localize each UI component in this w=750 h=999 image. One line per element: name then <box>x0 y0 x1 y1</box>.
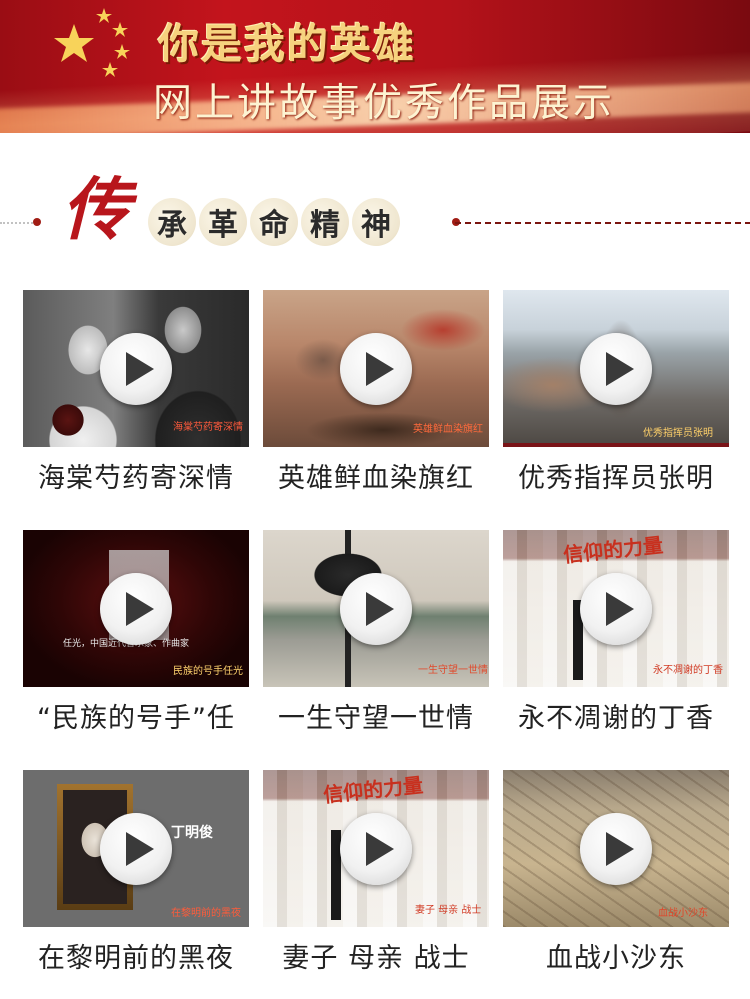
video-title[interactable]: 英雄鲜血染旗红 <box>263 456 489 495</box>
video-card[interactable]: 丁明俊 在黎明前的黑夜 在黎明前的黑夜 <box>23 770 249 975</box>
play-icon <box>366 352 394 386</box>
video-title[interactable]: 血战小沙东 <box>503 936 729 975</box>
banner-subtitle: 网上讲故事优秀作品展示 <box>153 81 616 126</box>
video-thumbnail[interactable]: 信仰的力量 妻子 母亲 战士 <box>263 770 489 927</box>
play-icon <box>606 592 634 626</box>
video-thumbnail[interactable]: 优秀指挥员张明 <box>503 290 729 447</box>
section-big-char: 传 <box>62 170 131 250</box>
play-icon <box>606 352 634 386</box>
stars-icon <box>54 8 130 77</box>
video-card[interactable]: 血战小沙东 血战小沙东 <box>503 770 729 975</box>
video-thumbnail[interactable]: 英雄鲜血染旗红 <box>263 290 489 447</box>
thumbnail-overlay-title: 一生守望一世情 <box>418 665 488 676</box>
play-button[interactable] <box>100 333 172 405</box>
play-button[interactable] <box>100 813 172 885</box>
thumbnail-overlay-title: 优秀指挥员张明 <box>643 428 713 439</box>
video-thumbnail[interactable]: 信仰的力量 永不凋谢的丁香 <box>503 530 729 687</box>
section-char: 命 <box>250 198 298 246</box>
play-button[interactable] <box>580 573 652 645</box>
video-title[interactable]: 海棠芍药寄深情 <box>23 456 249 495</box>
banner-title: 你是我的英雄 <box>158 20 416 68</box>
video-thumbnail[interactable]: 任光，中国近代音乐家、作曲家 民族的号手任光 <box>23 530 249 687</box>
thumbnail-overlay-title: 民族的号手任光 <box>173 666 243 677</box>
video-title[interactable]: 永不凋谢的丁香 <box>503 696 729 735</box>
play-icon <box>126 832 154 866</box>
video-thumbnail[interactable]: 丁明俊 在黎明前的黑夜 <box>23 770 249 927</box>
play-icon <box>126 352 154 386</box>
video-card[interactable]: 一生守望一世情 一生守望一世情 <box>263 530 489 735</box>
divider-dot-left <box>33 218 41 226</box>
video-thumbnail[interactable]: 一生守望一世情 <box>263 530 489 687</box>
video-card[interactable]: 信仰的力量 妻子 母亲 战士 妻子 母亲 战士 <box>263 770 489 975</box>
thumbnail-name-tag: 丁明俊 <box>171 825 213 841</box>
thumbnail-overlay-title: 妻子 母亲 战士 <box>415 905 482 916</box>
video-card[interactable]: 英雄鲜血染旗红 英雄鲜血染旗红 <box>263 290 489 495</box>
play-icon <box>366 832 394 866</box>
section-char: 革 <box>199 198 247 246</box>
thumbnail-overlay-title: 永不凋谢的丁香 <box>653 665 723 676</box>
video-title[interactable]: “民族的号手”任 <box>23 696 249 735</box>
play-icon <box>366 592 394 626</box>
video-title[interactable]: 在黎明前的黑夜 <box>23 936 249 975</box>
video-title[interactable]: 妻子 母亲 战士 <box>263 936 489 975</box>
video-thumbnail[interactable]: 海棠芍药寄深情 <box>23 290 249 447</box>
divider-right <box>455 222 750 224</box>
header-banner: 你是我的英雄 网上讲故事优秀作品展示 <box>0 0 750 133</box>
section-header: 传 承 革 命 精 神 <box>0 170 750 270</box>
thumbnail-overlay-title: 英雄鲜血染旗红 <box>413 424 483 435</box>
video-card[interactable]: 海棠芍药寄深情 海棠芍药寄深情 <box>23 290 249 495</box>
play-button[interactable] <box>100 573 172 645</box>
video-title[interactable]: 一生守望一世情 <box>263 696 489 735</box>
video-title[interactable]: 优秀指挥员张明 <box>503 456 729 495</box>
video-thumbnail[interactable]: 血战小沙东 <box>503 770 729 927</box>
play-icon <box>126 592 154 626</box>
play-button[interactable] <box>580 333 652 405</box>
section-title-chars: 承 革 命 精 神 <box>148 198 400 246</box>
thumbnail-overlay-title: 血战小沙东 <box>658 908 708 919</box>
thumbnail-overlay-title: 在黎明前的黑夜 <box>171 908 241 919</box>
play-button[interactable] <box>340 813 412 885</box>
section-char: 精 <box>301 198 349 246</box>
video-card[interactable]: 任光，中国近代音乐家、作曲家 民族的号手任光 “民族的号手”任 <box>23 530 249 735</box>
section-char: 神 <box>352 198 400 246</box>
section-char: 承 <box>148 198 196 246</box>
play-button[interactable] <box>340 333 412 405</box>
video-card[interactable]: 信仰的力量 永不凋谢的丁香 永不凋谢的丁香 <box>503 530 729 735</box>
play-button[interactable] <box>340 573 412 645</box>
thumbnail-overlay-title: 海棠芍药寄深情 <box>173 422 243 433</box>
play-button[interactable] <box>580 813 652 885</box>
video-card[interactable]: 优秀指挥员张明 优秀指挥员张明 <box>503 290 729 495</box>
play-icon <box>606 832 634 866</box>
